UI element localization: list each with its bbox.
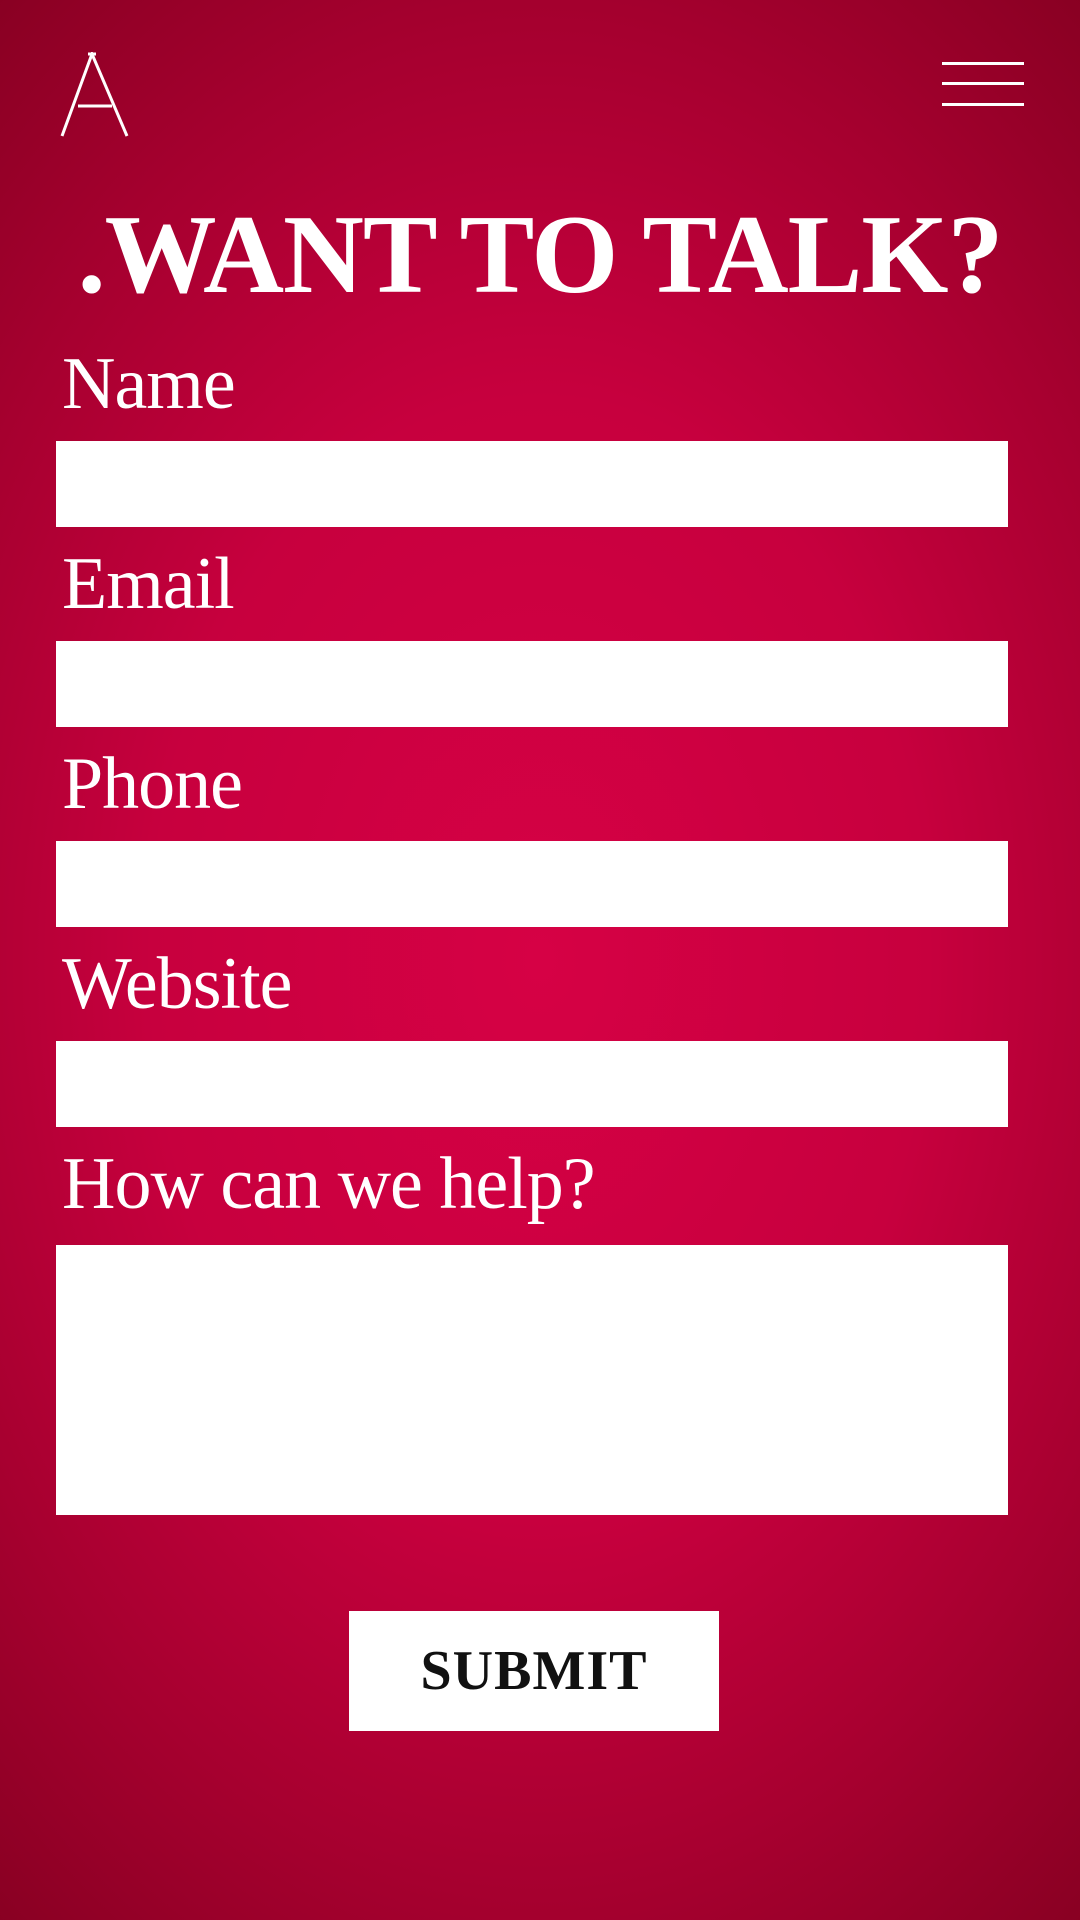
website-field[interactable] [56,1041,1008,1127]
phone-label: Phone [62,743,243,825]
phone-field[interactable] [56,841,1008,927]
email-label: Email [62,543,235,625]
name-field[interactable] [56,441,1008,527]
name-label: Name [62,343,236,425]
logo-icon[interactable] [60,49,130,138]
help-message-field[interactable] [56,1245,1008,1515]
menu-line [942,62,1024,65]
page-title: .WANT TO TALK? [77,193,1004,317]
email-field[interactable] [56,641,1008,727]
website-label: Website [62,943,293,1025]
submit-button[interactable]: SUBMIT [349,1611,719,1731]
menu-line [942,103,1024,106]
hamburger-menu-icon[interactable] [942,60,1024,110]
menu-line [942,82,1024,85]
help-label: How can we help? [62,1143,596,1225]
